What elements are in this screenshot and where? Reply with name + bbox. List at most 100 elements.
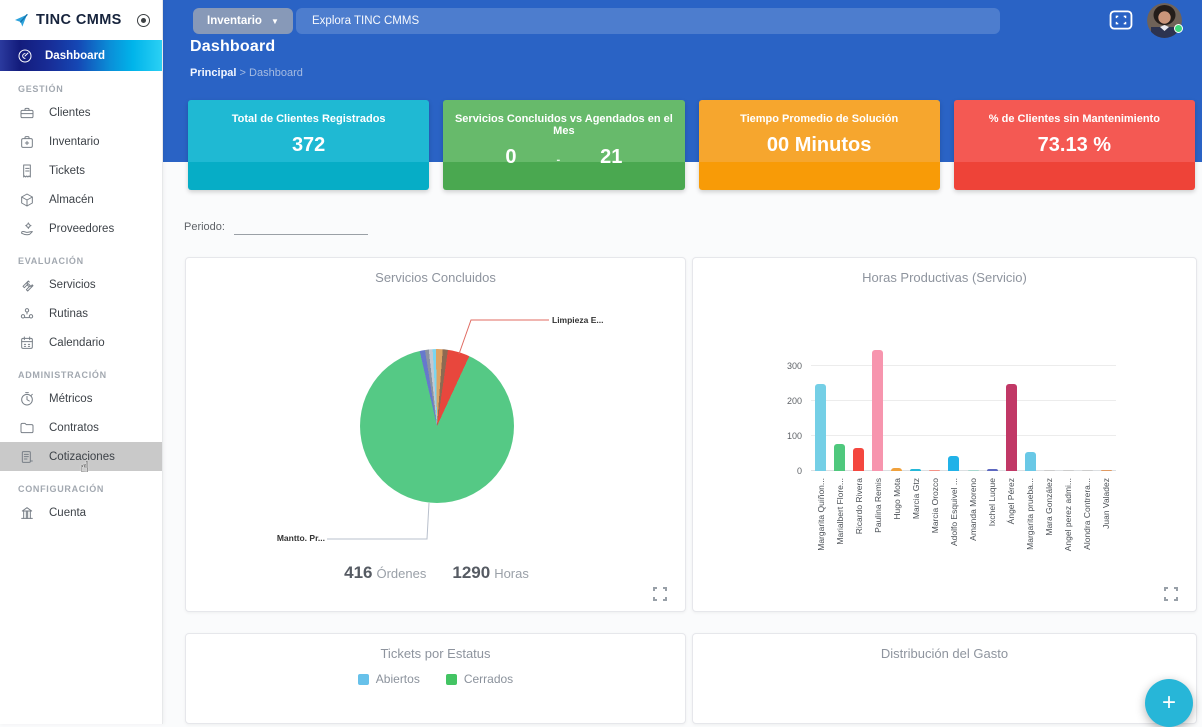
stat-card-title: % de Clientes sin Mantenimiento <box>988 113 1160 125</box>
sidebar-item-servicios[interactable]: Servicios <box>0 270 162 299</box>
wrench-icon <box>18 276 35 293</box>
hand-gear-icon <box>18 220 35 237</box>
bar-marialbert-flore <box>834 443 846 471</box>
timer-icon <box>18 390 35 407</box>
gauge-icon <box>16 47 33 64</box>
mouse-cursor-hand: ☝ <box>80 458 90 476</box>
x-axis-label: Mara González <box>1044 478 1055 536</box>
chart-title: Servicios Concluidos <box>375 270 496 285</box>
sidebar-item-label: Inventario <box>49 135 100 148</box>
stat-card-total-de-clientes: Total de Clientes Registrados 372 <box>188 100 430 190</box>
x-axis-label: Marialbert Flore... <box>834 478 845 545</box>
context-dropdown-button[interactable]: Inventario ▼ <box>193 8 293 34</box>
breadcrumb-separator: > <box>239 67 246 79</box>
sidebar-section-label: CONFIGURACIÓN <box>18 484 105 494</box>
x-axis-label: Amanda Moreno <box>968 478 979 541</box>
x-axis-label: Ángel Pérez <box>1006 478 1017 525</box>
sidebar-item-cuenta[interactable]: Cuenta <box>0 498 162 527</box>
breadcrumb: Principal > Dashboard <box>190 67 303 79</box>
calendar-icon <box>18 334 35 351</box>
sidebar-item-rutinas[interactable]: Rutinas <box>0 299 162 328</box>
sidebar-item-almacen[interactable]: Almacén <box>0 185 162 214</box>
sidebar-item-label: Contratos <box>49 421 99 434</box>
chart-title: Distribución del Gasto <box>880 646 1009 661</box>
bar-marcia-gtz <box>910 468 922 471</box>
search-input[interactable] <box>296 8 1000 34</box>
gridline <box>811 365 1116 366</box>
expand-icon[interactable] <box>1164 587 1178 601</box>
y-axis-tick: 100 <box>786 431 802 441</box>
main-area: Inventario ▼ Dashboard Principal > Dashb… <box>163 0 1202 724</box>
cube-icon <box>18 191 35 208</box>
folder-icon <box>18 419 35 436</box>
sidebar-toggle-icon[interactable] <box>137 13 150 27</box>
stat-card-servicios-concluidos-vs: Servicios Concluidos vs Agendados en el … <box>443 100 685 190</box>
chart-title: Tickets por Estatus <box>380 646 491 661</box>
bar-angel-perez-admi <box>1062 470 1074 471</box>
fullscreen-icon[interactable] <box>1109 10 1133 30</box>
bar-mara-gonzalez <box>1043 470 1055 471</box>
sidebar-item-label: Métricos <box>49 392 93 405</box>
bar-ixchel-luque <box>986 468 998 471</box>
chevron-down-icon: ▼ <box>270 16 279 26</box>
receipt-icon <box>18 162 35 179</box>
period-filter: Periodo: <box>184 219 368 235</box>
stat-card-value: 0-21 <box>505 146 623 168</box>
legend-swatch <box>445 673 457 685</box>
expand-icon[interactable] <box>653 587 667 601</box>
x-axis-label: Hugo Mota <box>891 478 902 520</box>
sidebar-item-label: Cuenta <box>49 506 87 519</box>
sidebar-item-label: Rutinas <box>49 307 88 320</box>
sidebar-section-label: EVALUACIÓN <box>18 256 84 266</box>
sidebar-item-contratos[interactable]: Contratos <box>0 413 162 442</box>
y-axis-tick: 300 <box>786 361 802 371</box>
bar-hugo-mota <box>891 468 903 471</box>
sidebar-item-proveedores[interactable]: Proveedores <box>0 214 162 243</box>
sidebar-item-label: Proveedores <box>49 222 115 235</box>
sidebar-section-label: ADMINISTRACIÓN <box>18 370 107 380</box>
pie-callout-label: Limpieza E... <box>552 315 604 325</box>
x-axis-label: Margarita Quiñon... <box>815 478 826 551</box>
sidebar-item-inventario[interactable]: Inventario <box>0 127 162 156</box>
add-button[interactable]: + <box>1145 679 1193 727</box>
sidebar-item-label: Calendario <box>49 336 105 349</box>
x-axis-label: Adolfo Esquivel ... <box>948 478 959 547</box>
stat-card-title: Servicios Concluidos vs Agendados en el … <box>454 113 673 137</box>
brand-name: TINC CMMS <box>36 12 122 28</box>
gridline <box>811 400 1116 401</box>
sidebar-item-tickets[interactable]: Tickets <box>0 156 162 185</box>
breadcrumb-root[interactable]: Principal <box>190 67 236 79</box>
bar-juan-valadez <box>1100 469 1112 471</box>
period-input[interactable] <box>233 219 368 235</box>
servicios-concluidos-card: Servicios Concluidos Limpieza E... Mantt… <box>185 257 686 612</box>
stat-card-value: 73.13 % <box>1037 134 1112 156</box>
chart-title: Horas Productivas (Servicio) <box>862 270 1027 285</box>
x-axis-label: Marcia Gtz <box>910 478 921 520</box>
x-axis-label: Paulina Remis <box>872 478 883 533</box>
servicios-pie-chart <box>360 349 514 503</box>
sidebar-item-label: Servicios <box>49 278 96 291</box>
pie-total: 416 Órdenes <box>344 563 427 582</box>
pie-total: 1290 Horas <box>452 563 529 582</box>
period-label: Periodo: <box>184 221 225 233</box>
sidebar-item-metricos[interactable]: Métricos <box>0 384 162 413</box>
sidebar-item-label: Clientes <box>49 106 91 119</box>
sidebar-item-label: Almacén <box>49 193 94 206</box>
brand-plane-icon <box>12 12 29 29</box>
x-axis-label: Marcia Orozco <box>929 478 940 534</box>
bar-amanda-moreno <box>967 470 979 471</box>
y-axis-tick: 0 <box>796 466 802 476</box>
briefcase-icon <box>18 104 35 121</box>
quote-doc-icon <box>18 448 35 465</box>
stat-card-row: Total de Clientes Registrados 372 Servicio… <box>188 100 1195 190</box>
tickets-legend: Abiertos Cerrados <box>186 672 685 686</box>
sidebar-item-dashboard[interactable]: Dashboard <box>0 40 162 71</box>
x-axis-label: Angel perez admi... <box>1063 478 1074 552</box>
x-axis-label: Ixchel Luque <box>987 478 998 527</box>
pie-callout-label: Mantto. Pr... <box>276 533 325 543</box>
sidebar-item-clientes[interactable]: Clientes <box>0 98 162 127</box>
legend-item-cerrados: Cerrados <box>445 672 513 686</box>
bar-angel-perez <box>1005 383 1017 471</box>
bar-ricardo-rivera <box>853 448 865 471</box>
sidebar-item-calendario[interactable]: Calendario <box>0 328 162 357</box>
